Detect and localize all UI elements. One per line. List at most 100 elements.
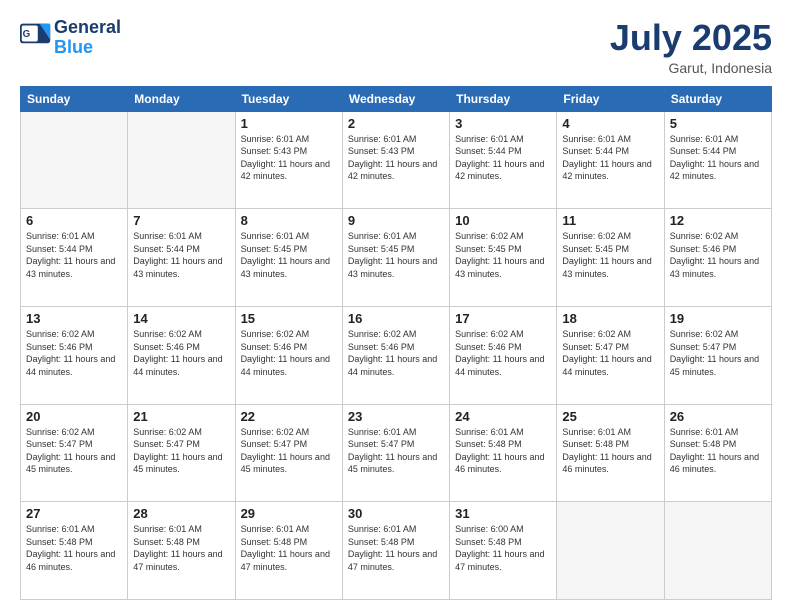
- header-sunday: Sunday: [21, 86, 128, 111]
- calendar-cell: 28Sunrise: 6:01 AM Sunset: 5:48 PM Dayli…: [128, 502, 235, 600]
- calendar-cell: 5 Sunrise: 6:01 AM Sunset: 5:44 PM Daylig…: [664, 111, 771, 209]
- day-info: Sunrise: 6:01 AM Sunset: 5:48 PM Dayligh…: [26, 523, 122, 573]
- calendar-cell: 10 Sunrise: 6:02 AM Sunset: 5:45 PM Dayli…: [450, 209, 557, 307]
- day-number: 12: [670, 213, 766, 228]
- day-number: 2: [348, 116, 444, 131]
- day-info: Sunrise: 6:01 AM Sunset: 5:44 PM Dayligh…: [26, 230, 122, 280]
- calendar-cell: 11Sunrise: 6:02 AM Sunset: 5:45 PM Dayli…: [557, 209, 664, 307]
- day-number: 13: [26, 311, 122, 326]
- calendar-cell: 21 Sunrise: 6:02 AM Sunset: 5:47 PM Dayli…: [128, 404, 235, 502]
- day-number: 5: [670, 116, 766, 131]
- calendar-header-row: Sunday Monday Tuesday Wednesday Thursday…: [21, 86, 772, 111]
- day-number: 7: [133, 213, 229, 228]
- day-info: Sunrise: 6:01 AM Sunset: 5:45 PM Dayligh…: [348, 230, 444, 280]
- day-number: 16: [348, 311, 444, 326]
- day-number: 30: [348, 506, 444, 521]
- calendar-cell: 1 Sunrise: 6:01 AM Sunset: 5:43 PM Daylig…: [235, 111, 342, 209]
- day-info: Sunrise: 6:02 AM Sunset: 5:45 PM Dayligh…: [562, 230, 658, 280]
- day-info: Sunrise: 6:02 AM Sunset: 5:46 PM Dayligh…: [348, 328, 444, 378]
- day-info: Sunrise: 6:01 AM Sunset: 5:44 PM Dayligh…: [670, 133, 766, 183]
- calendar-cell: 3Sunrise: 6:01 AM Sunset: 5:44 PM Daylig…: [450, 111, 557, 209]
- calendar-cell: 22Sunrise: 6:02 AM Sunset: 5:47 PM Dayli…: [235, 404, 342, 502]
- logo-icon: G: [20, 23, 52, 51]
- calendar-cell: 31 Sunrise: 6:00 AM Sunset: 5:48 PM Dayli…: [450, 502, 557, 600]
- day-number: 18: [562, 311, 658, 326]
- calendar-week-2: 6 Sunrise: 6:01 AM Sunset: 5:44 PM Daylig…: [21, 209, 772, 307]
- calendar-cell: [128, 111, 235, 209]
- day-number: 21: [133, 409, 229, 424]
- day-info: Sunrise: 6:02 AM Sunset: 5:46 PM Dayligh…: [26, 328, 122, 378]
- day-info: Sunrise: 6:02 AM Sunset: 5:47 PM Dayligh…: [133, 426, 229, 476]
- calendar-week-1: 1 Sunrise: 6:01 AM Sunset: 5:43 PM Daylig…: [21, 111, 772, 209]
- calendar-cell: 19 Sunrise: 6:02 AM Sunset: 5:47 PM Dayli…: [664, 306, 771, 404]
- calendar-cell: 27 Sunrise: 6:01 AM Sunset: 5:48 PM Dayli…: [21, 502, 128, 600]
- day-info: Sunrise: 6:01 AM Sunset: 5:48 PM Dayligh…: [562, 426, 658, 476]
- day-number: 9: [348, 213, 444, 228]
- day-info: Sunrise: 6:00 AM Sunset: 5:48 PM Dayligh…: [455, 523, 551, 573]
- day-number: 27: [26, 506, 122, 521]
- day-number: 10: [455, 213, 551, 228]
- calendar-cell: 18 Sunrise: 6:02 AM Sunset: 5:47 PM Dayli…: [557, 306, 664, 404]
- logo-text: GeneralBlue: [54, 18, 121, 58]
- day-number: 26: [670, 409, 766, 424]
- header-tuesday: Tuesday: [235, 86, 342, 111]
- calendar-cell: 30 Sunrise: 6:01 AM Sunset: 5:48 PM Dayli…: [342, 502, 449, 600]
- calendar-cell: 2Sunrise: 6:01 AM Sunset: 5:43 PM Daylig…: [342, 111, 449, 209]
- day-number: 3: [455, 116, 551, 131]
- calendar-cell: [664, 502, 771, 600]
- day-number: 17: [455, 311, 551, 326]
- day-number: 23: [348, 409, 444, 424]
- day-number: 14: [133, 311, 229, 326]
- calendar-cell: 23Sunrise: 6:01 AM Sunset: 5:47 PM Dayli…: [342, 404, 449, 502]
- calendar-cell: 29Sunrise: 6:01 AM Sunset: 5:48 PM Dayli…: [235, 502, 342, 600]
- day-number: 31: [455, 506, 551, 521]
- calendar-cell: 25 Sunrise: 6:01 AM Sunset: 5:48 PM Dayli…: [557, 404, 664, 502]
- day-number: 25: [562, 409, 658, 424]
- svg-text:G: G: [23, 29, 31, 40]
- calendar-cell: 17 Sunrise: 6:02 AM Sunset: 5:46 PM Dayli…: [450, 306, 557, 404]
- day-number: 22: [241, 409, 337, 424]
- day-info: Sunrise: 6:02 AM Sunset: 5:46 PM Dayligh…: [455, 328, 551, 378]
- calendar-cell: 14 Sunrise: 6:02 AM Sunset: 5:46 PM Dayli…: [128, 306, 235, 404]
- calendar-cell: 15 Sunrise: 6:02 AM Sunset: 5:46 PM Dayli…: [235, 306, 342, 404]
- day-info: Sunrise: 6:02 AM Sunset: 5:45 PM Dayligh…: [455, 230, 551, 280]
- day-number: 29: [241, 506, 337, 521]
- calendar-cell: 12 Sunrise: 6:02 AM Sunset: 5:46 PM Dayli…: [664, 209, 771, 307]
- day-info: Sunrise: 6:01 AM Sunset: 5:44 PM Dayligh…: [133, 230, 229, 280]
- header-monday: Monday: [128, 86, 235, 111]
- calendar-week-4: 20 Sunrise: 6:02 AM Sunset: 5:47 PM Dayli…: [21, 404, 772, 502]
- calendar-cell: 26 Sunrise: 6:01 AM Sunset: 5:48 PM Dayli…: [664, 404, 771, 502]
- day-number: 6: [26, 213, 122, 228]
- day-info: Sunrise: 6:02 AM Sunset: 5:46 PM Dayligh…: [241, 328, 337, 378]
- day-number: 4: [562, 116, 658, 131]
- calendar-cell: 9 Sunrise: 6:01 AM Sunset: 5:45 PM Daylig…: [342, 209, 449, 307]
- day-info: Sunrise: 6:01 AM Sunset: 5:45 PM Dayligh…: [241, 230, 337, 280]
- calendar-cell: [557, 502, 664, 600]
- day-info: Sunrise: 6:01 AM Sunset: 5:44 PM Dayligh…: [562, 133, 658, 183]
- calendar-cell: 20Sunrise: 6:02 AM Sunset: 5:47 PM Dayli…: [21, 404, 128, 502]
- calendar-cell: [21, 111, 128, 209]
- day-info: Sunrise: 6:02 AM Sunset: 5:46 PM Dayligh…: [133, 328, 229, 378]
- calendar-week-5: 27 Sunrise: 6:01 AM Sunset: 5:48 PM Dayli…: [21, 502, 772, 600]
- title-block: July 2025 Garut, Indonesia: [610, 18, 772, 76]
- day-number: 1: [241, 116, 337, 131]
- calendar-cell: 7 Sunrise: 6:01 AM Sunset: 5:44 PM Daylig…: [128, 209, 235, 307]
- day-info: Sunrise: 6:02 AM Sunset: 5:47 PM Dayligh…: [670, 328, 766, 378]
- calendar-cell: 24Sunrise: 6:01 AM Sunset: 5:48 PM Dayli…: [450, 404, 557, 502]
- calendar-table: Sunday Monday Tuesday Wednesday Thursday…: [20, 86, 772, 600]
- day-info: Sunrise: 6:01 AM Sunset: 5:48 PM Dayligh…: [670, 426, 766, 476]
- header: G GeneralBlue July 2025 Garut, Indonesia: [20, 18, 772, 76]
- day-number: 8: [241, 213, 337, 228]
- day-info: Sunrise: 6:02 AM Sunset: 5:47 PM Dayligh…: [562, 328, 658, 378]
- day-info: Sunrise: 6:02 AM Sunset: 5:46 PM Dayligh…: [670, 230, 766, 280]
- header-friday: Friday: [557, 86, 664, 111]
- day-number: 19: [670, 311, 766, 326]
- day-info: Sunrise: 6:01 AM Sunset: 5:48 PM Dayligh…: [348, 523, 444, 573]
- location-subtitle: Garut, Indonesia: [610, 60, 772, 76]
- day-number: 15: [241, 311, 337, 326]
- month-title: July 2025: [610, 18, 772, 58]
- day-number: 20: [26, 409, 122, 424]
- day-info: Sunrise: 6:01 AM Sunset: 5:43 PM Dayligh…: [241, 133, 337, 183]
- header-wednesday: Wednesday: [342, 86, 449, 111]
- day-number: 28: [133, 506, 229, 521]
